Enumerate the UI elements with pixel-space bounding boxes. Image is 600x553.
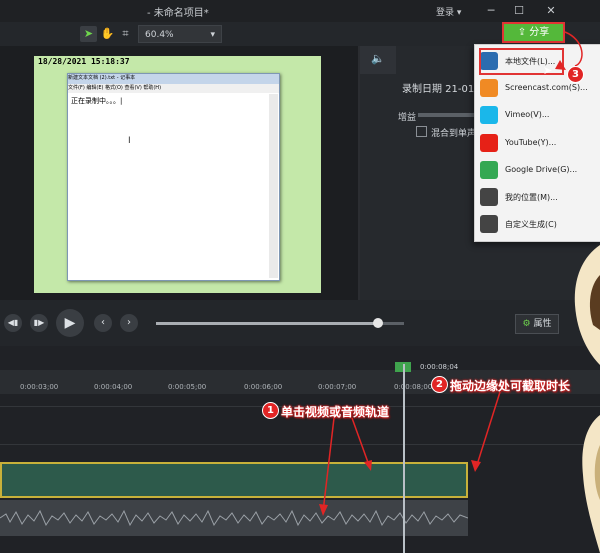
annotation-text-1: 单击视频或音频轨道 [281,405,390,419]
close-button[interactable]: ✕ [538,2,564,20]
annotation-step-2: 2 [431,376,448,393]
video-track-clip[interactable] [0,462,468,498]
notepad-window: 新建文本文档 (2).txt - 记事本 文件(F) 编辑(E) 格式(O) 查… [67,73,280,281]
notepad-title: 新建文本文档 (2).txt - 记事本 [68,74,279,84]
gear-icon: ⚙ [522,319,531,329]
gain-label: 增益 [398,113,417,123]
upload-icon: ⇪ [517,27,527,38]
step-back-icon[interactable]: ◀▮ [4,314,22,332]
prev-icon[interactable]: ‹ [94,314,112,332]
maximize-button[interactable]: ☐ [506,2,532,20]
tools-icon [480,215,498,233]
notepad-text: 正在录制中。。。| [71,97,123,105]
ruler-tick: 0:00:03;00 [20,383,59,391]
next-icon[interactable]: › [120,314,138,332]
character-illustration [574,245,600,553]
chevron-down-icon: ▾ [210,30,215,40]
login-button[interactable]: 登录 ▾ [436,5,461,18]
menu-item-my-places[interactable]: 我的位置(M)... [480,185,592,211]
ruler-tick: 0:00:04;00 [94,383,133,391]
pan-tool-icon[interactable]: ✋ [99,26,116,42]
track-divider [0,444,600,445]
speaker-icon: 🔈 [371,52,385,65]
playhead-time: 0:00:08;04 [420,363,459,371]
mix-mono-checkbox[interactable] [416,126,427,137]
vimeo-icon [480,106,498,124]
playhead-line[interactable] [403,364,405,553]
menu-item-custom[interactable]: 自定义生成(C) [480,212,592,238]
minimize-button[interactable]: ─ [478,2,504,20]
annotation-step-1: 1 [262,402,279,419]
attributes-label: 属性 [533,319,552,329]
audio-tab[interactable]: 🔈 [360,46,396,74]
screencast-icon [480,79,498,97]
gain-slider[interactable] [418,113,474,117]
window-title: - 未命名项目* [147,8,209,19]
audio-waveform [0,509,468,527]
login-label: 登录 [436,8,455,18]
share-button[interactable]: ⇪ 分享 [502,22,565,43]
seek-handle[interactable] [373,318,383,328]
ruler-tick: 0:00:07;00 [318,383,357,391]
notepad-menu: 文件(F) 编辑(E) 格式(O) 查看(V) 帮助(H) [68,84,279,93]
ruler-tick: 0:00:05;00 [168,383,207,391]
text-cursor-icon: I [128,136,131,146]
menu-item-youtube[interactable]: YouTube(Y)... [480,131,592,157]
menu-item-vimeo[interactable]: Vimeo(V)... [480,103,592,129]
ruler-tick: 0:00:06;00 [244,383,283,391]
play-icon[interactable]: ▶ [56,309,84,337]
zoom-value: 60.4% [145,30,174,40]
record-date: 录制日期 21-01- [402,84,478,95]
annotation-text-2: 拖动边缘处可截取时长 [450,379,571,393]
seek-progress [156,322,378,325]
zoom-dropdown[interactable]: 60.4% ▾ [138,25,222,43]
annotation-step-3: 3 [567,66,584,83]
menu-item-google-drive[interactable]: Google Drive(G)... [480,158,592,184]
crop-tool-icon[interactable]: ⌗ [117,26,134,42]
share-label: 分享 [529,27,550,38]
select-tool-icon[interactable]: ➤ [80,26,97,42]
step-forward-icon[interactable]: ▮▶ [30,314,48,332]
youtube-icon [480,134,498,152]
recording-timestamp: 18/28/2021 15:18:37 [38,57,130,66]
attributes-button[interactable]: ⚙ 属性 [515,314,559,334]
notepad-scrollbar [269,94,278,278]
cloud-icon [480,188,498,206]
ruler-tick: 0:00:08;00 [394,383,433,391]
mouse-cursor-icon: ➤ [543,64,553,77]
google-drive-icon [480,161,498,179]
mix-mono-label: 混合到单声 [431,129,477,139]
